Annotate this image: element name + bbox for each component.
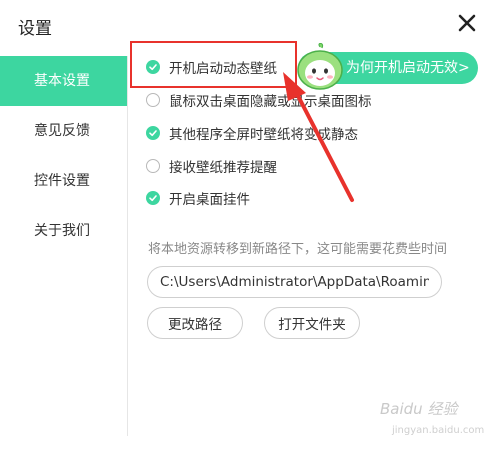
annotation-highlight-box [130, 41, 297, 88]
option-label: 其他程序全屏时壁纸将变成静态 [169, 127, 358, 143]
watermark-url: jingyan.baidu.com [392, 425, 485, 436]
close-icon [458, 14, 476, 32]
checkbox-checked-icon[interactable] [146, 126, 160, 140]
checkbox-checked-icon[interactable] [146, 191, 160, 205]
option-desktop-widget[interactable]: 开启桌面挂件 [146, 188, 250, 208]
storage-path-field[interactable] [147, 266, 442, 298]
sidebar-item-feedback[interactable]: 意见反馈 [0, 106, 127, 156]
sidebar-item-widget-settings[interactable]: 控件设置 [0, 156, 127, 206]
option-double-click-hide-icons[interactable]: 鼠标双击桌面隐藏或显示桌面图标 [146, 90, 372, 110]
storage-hint-text: 将本地资源转移到新路径下，这可能需要花费些时间 [148, 242, 448, 257]
sidebar-item-basic-settings[interactable]: 基本设置 [0, 56, 127, 106]
sidebar-item-about-us[interactable]: 关于我们 [0, 206, 127, 256]
checkbox-unchecked-icon[interactable] [146, 93, 160, 107]
sidebar: 基本设置 意见反馈 控件设置 关于我们 [0, 56, 127, 256]
mascot-icon [294, 42, 346, 91]
option-label: 接收壁纸推荐提醒 [169, 160, 277, 176]
open-folder-button[interactable]: 打开文件夹 [264, 307, 360, 339]
window-title: 设置 [18, 19, 52, 39]
checkbox-unchecked-icon[interactable] [146, 159, 160, 173]
option-fullscreen-static[interactable]: 其他程序全屏时壁纸将变成静态 [146, 123, 358, 143]
sidebar-divider [127, 56, 128, 436]
watermark-logo: Baidu 经验 [380, 400, 458, 418]
close-button[interactable] [454, 10, 480, 36]
change-path-button[interactable]: 更改路径 [147, 307, 243, 339]
option-recommend-reminder[interactable]: 接收壁纸推荐提醒 [146, 156, 277, 176]
option-label: 开启桌面挂件 [169, 192, 250, 208]
option-label: 鼠标双击桌面隐藏或显示桌面图标 [169, 94, 372, 110]
